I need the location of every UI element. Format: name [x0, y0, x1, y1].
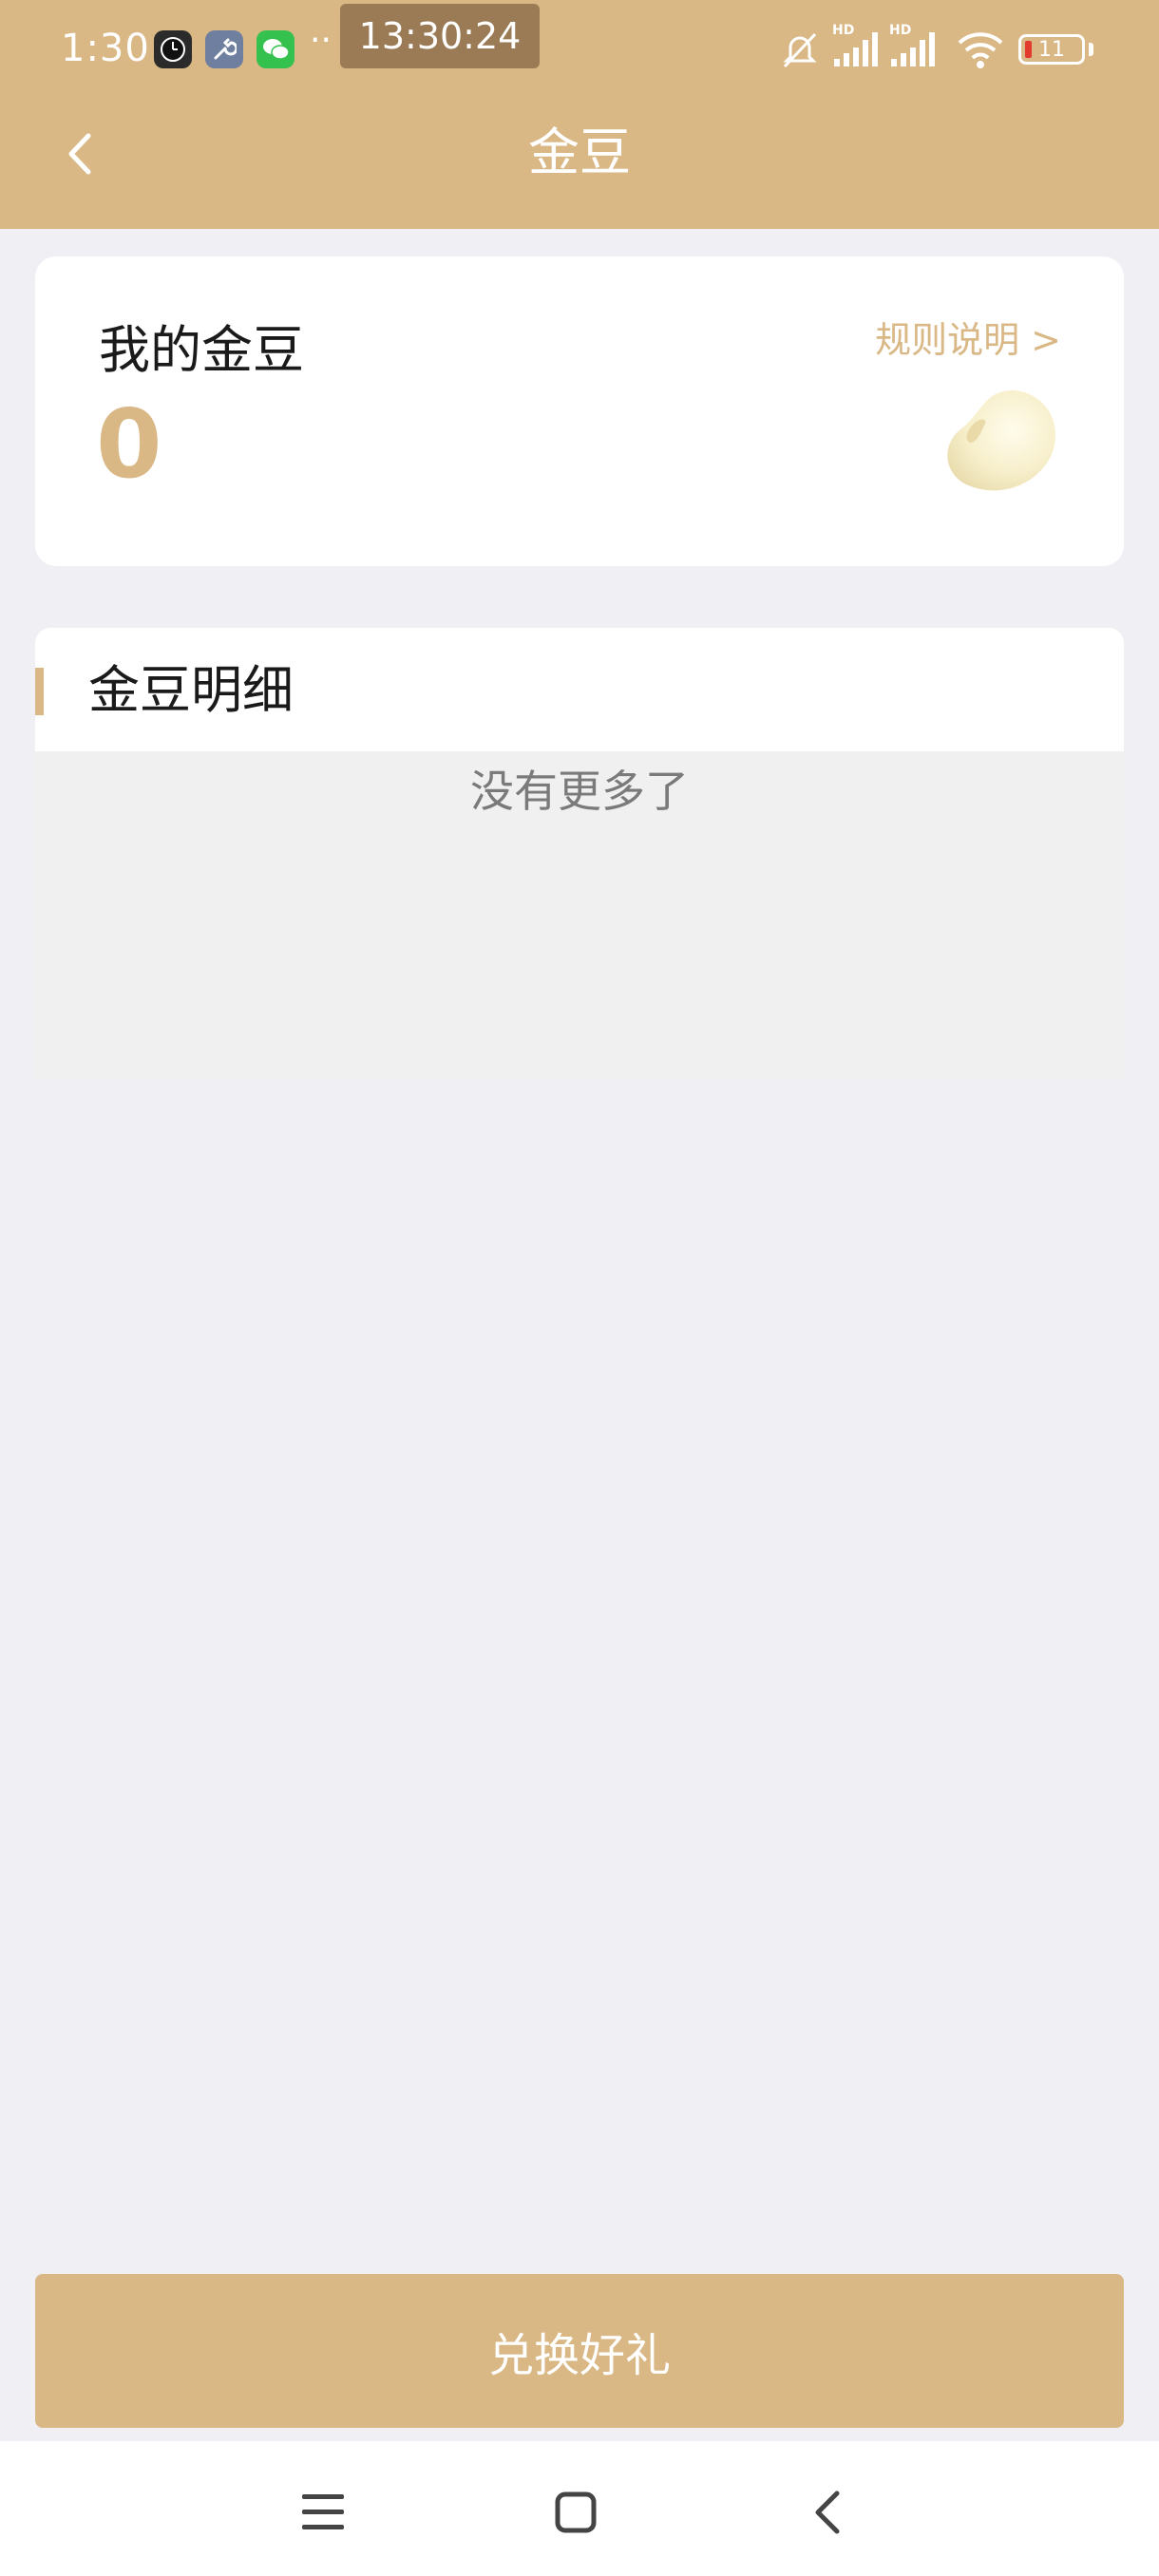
balance-card: 我的金豆 0 规则说明 > [35, 256, 1124, 566]
rules-link[interactable]: 规则说明 > [875, 315, 1061, 365]
balance-value: 0 [96, 388, 162, 500]
status-bar: 1:30 ·· 13:30:24 HD HD 11 [0, 0, 1159, 104]
nav-menu-button[interactable] [281, 2470, 367, 2555]
signal-hd-icon-1: HD [832, 23, 880, 70]
nav-home-button[interactable] [533, 2470, 618, 2555]
wifi-icon [956, 28, 1005, 70]
section-accent-bar [35, 668, 44, 715]
redeem-button[interactable]: 兑换好礼 [35, 2274, 1124, 2428]
detail-section: 金豆明细 没有更多了 [35, 628, 1124, 1078]
battery-tip [1089, 43, 1093, 56]
gold-bean-icon [947, 390, 1055, 491]
wrench-app-icon [205, 30, 243, 68]
detail-title: 金豆明细 [88, 660, 294, 720]
page-title: 金豆 [528, 123, 631, 182]
nav-back-button[interactable] [785, 2470, 870, 2555]
battery-percent: 11 [1038, 37, 1065, 62]
wechat-app-icon [256, 30, 294, 68]
hd-label: HD [832, 23, 855, 38]
home-square-icon [555, 2491, 597, 2533]
system-nav-bar [0, 2441, 1159, 2576]
menu-icon [302, 2494, 344, 2529]
battery-level [1025, 41, 1032, 58]
back-chevron-icon [815, 2491, 840, 2534]
detail-header: 金豆明细 [35, 628, 1124, 751]
battery-icon: 11 [1018, 34, 1085, 65]
empty-list-text: 没有更多了 [470, 766, 689, 817]
balance-label: 我的金豆 [99, 320, 304, 380]
clock-overlay-text: 13:30:24 [358, 15, 522, 57]
status-more-indicator: ·· [310, 21, 332, 60]
bell-muted-icon [779, 28, 821, 70]
clock-app-icon [154, 30, 192, 68]
hd-label: HD [889, 23, 912, 38]
signal-hd-icon-2: HD [889, 23, 937, 70]
app-header: 1:30 ·· 13:30:24 HD HD 11 金豆 [0, 0, 1159, 229]
status-time: 1:30 [61, 27, 150, 70]
clock-overlay: 13:30:24 [340, 4, 540, 68]
